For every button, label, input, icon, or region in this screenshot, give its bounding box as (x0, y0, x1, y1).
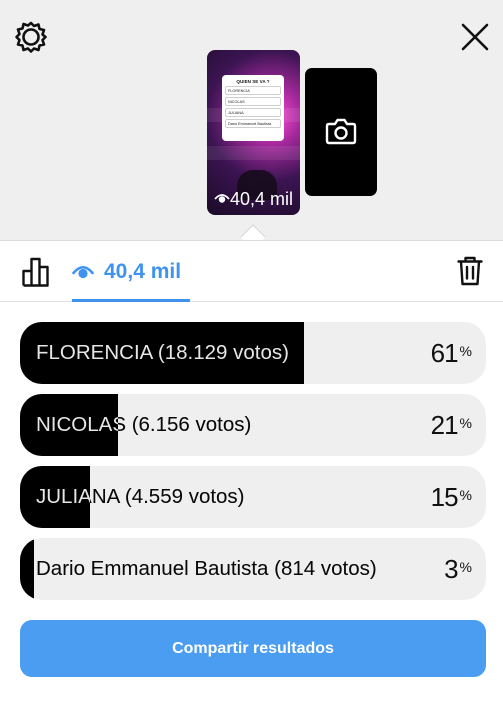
share-results-button[interactable]: Compartir resultados (20, 620, 486, 677)
result-bar-fill (20, 538, 34, 600)
trash-icon[interactable] (457, 256, 483, 286)
camera-icon (325, 118, 357, 145)
percent-value: 21 (430, 409, 459, 440)
poll-option: Dario Emmanuel Bautista (225, 119, 281, 128)
poll-sticker: QUIEN SE VA ? FLORENCIA NICOLAS JULIANA … (222, 75, 284, 141)
add-story-camera-tile[interactable] (305, 68, 377, 196)
poll-option: FLORENCIA (225, 86, 281, 95)
story-view-count: 40,4 mil (207, 189, 300, 210)
story-views-value: 40,4 mil (229, 189, 294, 209)
percent-symbol: % (459, 559, 472, 575)
poll-question: QUIEN SE VA ? (236, 79, 270, 84)
poll-results-list: FLORENCIA (18.129 votos) 61% NICOLAS (6.… (20, 322, 486, 610)
result-label: NICOLAS (6.156 votos) (36, 413, 252, 436)
percent-value: 15 (430, 481, 459, 512)
settings-gear-icon[interactable] (14, 20, 48, 54)
poll-result-row: Dario Emmanuel Bautista (814 votos) 3% (20, 538, 486, 600)
result-label: JULIANA (4.559 votos) (36, 485, 245, 508)
insights-toolbar: 40,4 mil (0, 240, 503, 302)
tab-viewers[interactable]: 40,4 mil (72, 255, 181, 289)
poll-result-row: NICOLAS (6.156 votos) 21% (20, 394, 486, 456)
result-percent: 3% (444, 538, 472, 600)
eye-icon (214, 194, 230, 203)
result-percent: 61% (431, 322, 472, 384)
result-label: Dario Emmanuel Bautista (814 votos) (36, 557, 377, 580)
percent-value: 61 (430, 337, 459, 368)
bar-chart-icon[interactable] (22, 257, 50, 287)
poll-option: NICOLAS (225, 97, 281, 106)
poll-option: JULIANA (225, 108, 281, 117)
views-count: 40,4 mil (104, 260, 182, 283)
story-thumbnail[interactable]: QUIEN SE VA ? FLORENCIA NICOLAS JULIANA … (207, 50, 300, 215)
poll-result-row: FLORENCIA (18.129 votos) 61% (20, 322, 486, 384)
story-preview-area: QUIEN SE VA ? FLORENCIA NICOLAS JULIANA … (0, 0, 503, 240)
active-tab-indicator (72, 299, 190, 302)
percent-value: 3 (444, 553, 459, 584)
result-percent: 21% (431, 394, 472, 456)
poll-result-row: JULIANA (4.559 votos) 15% (20, 466, 486, 528)
close-icon[interactable] (458, 20, 492, 54)
percent-symbol: % (459, 343, 472, 359)
eye-icon (72, 265, 94, 279)
percent-symbol: % (459, 415, 472, 431)
result-percent: 15% (431, 466, 472, 528)
percent-symbol: % (459, 487, 472, 503)
result-label: FLORENCIA (18.129 votos) (36, 341, 289, 364)
